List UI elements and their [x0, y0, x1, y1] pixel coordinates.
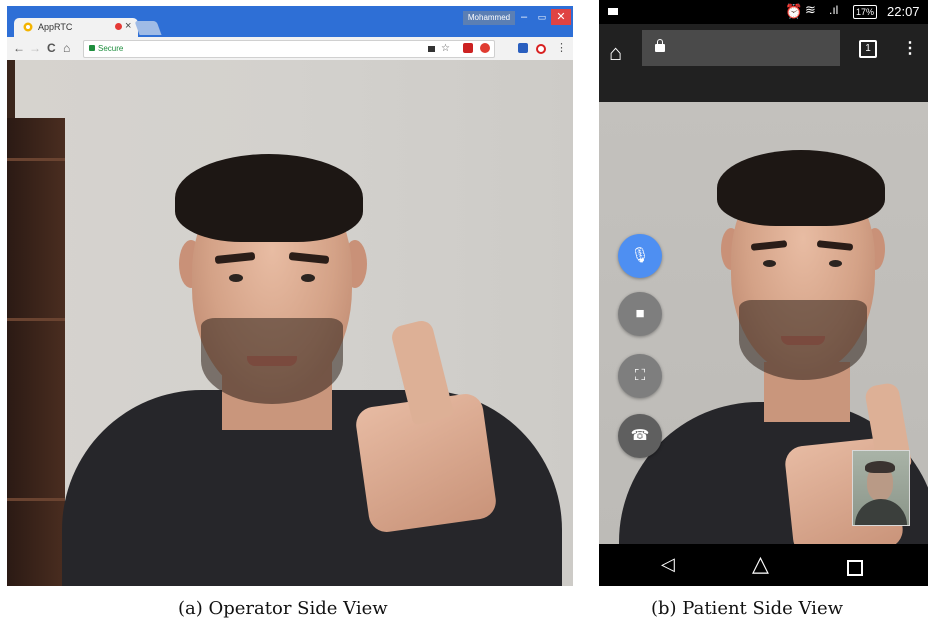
- hang-up-button[interactable]: ☎: [618, 414, 662, 458]
- back-icon[interactable]: ◁: [661, 554, 675, 575]
- caption-operator: (a) Operator Side View: [178, 598, 388, 619]
- menu-icon[interactable]: ⋮: [556, 41, 567, 54]
- battery-indicator: 17%: [853, 5, 878, 19]
- extension-icon[interactable]: [480, 43, 490, 53]
- android-nav-bar: ◁ △: [599, 544, 928, 586]
- lock-icon: [89, 45, 95, 51]
- clock: 22:07: [887, 4, 920, 19]
- tab-close-button[interactable]: ×: [125, 20, 131, 32]
- lock-icon: [655, 39, 665, 52]
- extension-icon[interactable]: [518, 43, 528, 53]
- reload-button[interactable]: C: [47, 41, 56, 55]
- signal-icon: .ıl: [829, 3, 839, 17]
- patient-phone-screen: ⏰ ≋ .ıl 17% 22:07 ⌂ 1 ⋮ 🎙 ■ ⛶ ☎ ◁ △: [599, 0, 928, 586]
- overflow-menu-icon[interactable]: ⋮: [902, 38, 918, 58]
- profile-badge[interactable]: Mohammed: [463, 11, 515, 25]
- star-icon[interactable]: ☆: [441, 41, 450, 57]
- back-button[interactable]: ←: [13, 41, 25, 55]
- camera-notification-icon: [608, 8, 618, 15]
- secure-label: Secure: [98, 44, 124, 53]
- mic-off-icon: 🎙: [630, 247, 650, 264]
- recents-icon[interactable]: [847, 560, 863, 576]
- close-window-button[interactable]: ✕: [551, 9, 571, 25]
- status-bar: ⏰ ≋ .ıl 17% 22:07: [599, 0, 928, 24]
- camera-icon[interactable]: [428, 46, 435, 52]
- phone-icon: ☎: [630, 427, 650, 444]
- remote-video: 🎙 ■ ⛶ ☎: [599, 102, 928, 544]
- extension-icon[interactable]: [463, 43, 473, 53]
- opera-icon[interactable]: [536, 44, 546, 54]
- favicon-icon: [23, 22, 33, 32]
- mobile-browser-bar: ⌂ 1 ⋮: [599, 24, 928, 102]
- maximize-button[interactable]: ▭: [533, 9, 551, 25]
- url-field[interactable]: [642, 30, 840, 66]
- home-icon[interactable]: △: [752, 551, 769, 577]
- fullscreen-icon: ⛶: [634, 367, 646, 384]
- wifi-icon: ≋: [805, 2, 816, 17]
- alarm-icon: ⏰: [785, 3, 803, 19]
- operator-browser-window: AppRTC × Mohammed – ▭ ✕ ← → C ⌂ Secure ☆…: [7, 6, 573, 586]
- mute-mic-button[interactable]: 🎙: [618, 234, 662, 278]
- tab-title: AppRTC: [38, 22, 73, 32]
- toggle-video-button[interactable]: ■: [618, 292, 662, 336]
- fullscreen-button[interactable]: ⛶: [618, 354, 662, 398]
- browser-toolbar: ← → C ⌂ Secure ☆ ⋮: [7, 37, 573, 61]
- home-icon[interactable]: ⌂: [609, 40, 622, 66]
- title-bar: AppRTC × Mohammed – ▭ ✕: [7, 6, 573, 37]
- recording-dot-icon: [115, 23, 122, 30]
- browser-tab[interactable]: AppRTC ×: [14, 18, 138, 37]
- minimize-button[interactable]: –: [515, 9, 533, 25]
- local-video-preview: [852, 450, 910, 526]
- home-button[interactable]: ⌂: [63, 41, 70, 55]
- caption-patient: (b) Patient Side View: [651, 598, 843, 619]
- address-bar[interactable]: Secure ☆: [83, 40, 495, 58]
- video-person: [7, 60, 573, 586]
- new-tab-button[interactable]: [134, 21, 162, 35]
- video-icon: ■: [635, 305, 645, 322]
- tab-switcher-button[interactable]: 1: [859, 40, 877, 58]
- forward-button[interactable]: →: [29, 41, 41, 55]
- remote-video: [7, 60, 573, 586]
